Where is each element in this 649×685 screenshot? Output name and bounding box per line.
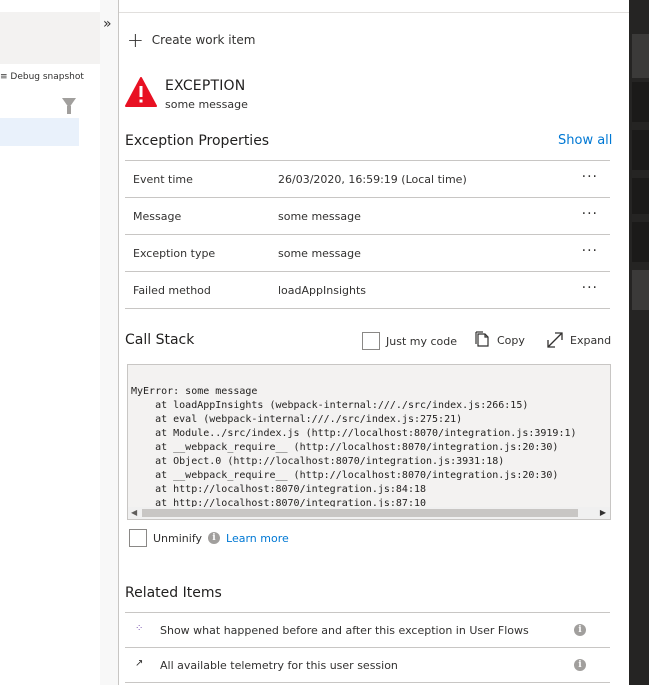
scrollbar-thumb[interactable] [142, 509, 578, 517]
create-work-item-button[interactable]: + Create work item [127, 28, 256, 52]
related-items-title: Related Items [125, 585, 222, 601]
info-icon[interactable]: i [574, 659, 586, 671]
related-item-label: Show what happened before and after this… [160, 624, 529, 637]
property-key: Exception type [133, 246, 216, 260]
exception-details-panel: + Create work item EXCEPTION some messag… [119, 13, 629, 685]
plus-icon: + [127, 28, 144, 52]
stack-line: at __webpack_require__ (http://localhost… [131, 470, 559, 481]
just-my-code-label: Just my code [386, 334, 458, 348]
stack-line: at __webpack_require__ (http://localhost… [131, 442, 559, 453]
collapse-panel-button[interactable]: » [103, 16, 112, 32]
expand-button[interactable]: Expand [546, 331, 611, 349]
right-edge-segment [632, 222, 649, 262]
left-header-band [0, 12, 100, 64]
just-my-code-checkbox[interactable] [362, 332, 380, 350]
exception-message: some message [165, 98, 248, 111]
user-flows-icon: ⁘ [135, 623, 144, 634]
call-stack-box[interactable]: MyError: some message at loadAppInsights… [127, 364, 611, 520]
exception-properties-title: Exception Properties [125, 133, 270, 149]
property-value: some message [278, 209, 361, 223]
property-row: Failed method loadAppInsights ··· [125, 271, 610, 309]
property-row: Exception type some message ··· [125, 234, 610, 271]
stack-line: at Object.0 (http://localhost:8070/integ… [131, 456, 505, 467]
property-key: Message [133, 209, 182, 223]
filter-icon-stem [67, 106, 71, 114]
more-options-icon[interactable]: ··· [582, 206, 598, 222]
learn-more-link[interactable]: Learn more [226, 532, 289, 545]
related-item[interactable]: ⁘ Show what happened before and after th… [125, 612, 610, 647]
horizontal-scrollbar[interactable]: ◀ ▶ [128, 507, 610, 519]
related-item[interactable]: ↗ All available telemetry for this user … [125, 647, 610, 683]
scroll-left-icon[interactable]: ◀ [131, 508, 137, 517]
related-items-list: ⁘ Show what happened before and after th… [125, 612, 610, 683]
exception-title: EXCEPTION [165, 78, 246, 94]
copy-button[interactable]: Copy [475, 331, 525, 349]
stack-line: at http://localhost:8070/integration.js:… [131, 484, 427, 495]
right-edge-segment [632, 270, 649, 310]
create-work-item-label: Create work item [151, 33, 256, 47]
arrow-out-icon: ↗ [135, 658, 144, 669]
expand-label: Expand [570, 333, 612, 347]
property-key: Event time [133, 172, 193, 186]
properties-table: Event time 26/03/2020, 16:59:19 (Local t… [125, 160, 610, 309]
stack-line: at eval (webpack-internal:///./src/index… [131, 414, 463, 425]
info-icon[interactable]: i [208, 532, 221, 544]
property-key: Failed method [133, 283, 211, 297]
right-edge-segment [632, 178, 649, 214]
debug-snapshot-link[interactable]: ≡ Debug snapshot [0, 72, 84, 82]
unminify-label: Unminify [153, 531, 203, 545]
stack-line: MyError: some message [131, 386, 258, 397]
call-stack-text: MyError: some message at loadAppInsights… [131, 371, 577, 519]
more-options-icon[interactable]: ··· [582, 169, 598, 185]
right-edge-segment [632, 130, 649, 170]
more-options-icon[interactable]: ··· [582, 280, 598, 296]
show-all-link[interactable]: Show all [558, 133, 612, 148]
collapse-strip [100, 0, 119, 685]
warning-icon [125, 77, 157, 107]
call-stack-title: Call Stack [125, 332, 195, 348]
right-edge-segment [632, 82, 649, 122]
selected-list-row[interactable] [0, 118, 79, 146]
stack-line: at loadAppInsights (webpack-internal:///… [131, 400, 529, 411]
stack-line: at Module../src/index.js (http://localho… [131, 428, 577, 439]
unminify-checkbox[interactable] [129, 529, 147, 547]
property-value: 26/03/2020, 16:59:19 (Local time) [278, 172, 467, 186]
copy-label: Copy [497, 333, 525, 347]
related-item-label: All available telemetry for this user se… [160, 659, 398, 672]
unminify-toggle[interactable]: Unminify i Learn more [129, 529, 289, 547]
scroll-right-icon[interactable]: ▶ [600, 508, 606, 517]
property-value: some message [278, 246, 361, 260]
left-panel: ≡ Debug snapshot [0, 0, 100, 685]
info-icon[interactable]: i [574, 624, 586, 636]
property-row: Event time 26/03/2020, 16:59:19 (Local t… [125, 160, 610, 197]
just-my-code-toggle[interactable]: Just my code [362, 332, 457, 350]
copy-icon [475, 331, 489, 347]
more-options-icon[interactable]: ··· [582, 243, 598, 259]
right-edge-segment [632, 34, 649, 78]
property-value: loadAppInsights [278, 283, 366, 297]
property-row: Message some message ··· [125, 197, 610, 234]
expand-icon [547, 332, 563, 348]
